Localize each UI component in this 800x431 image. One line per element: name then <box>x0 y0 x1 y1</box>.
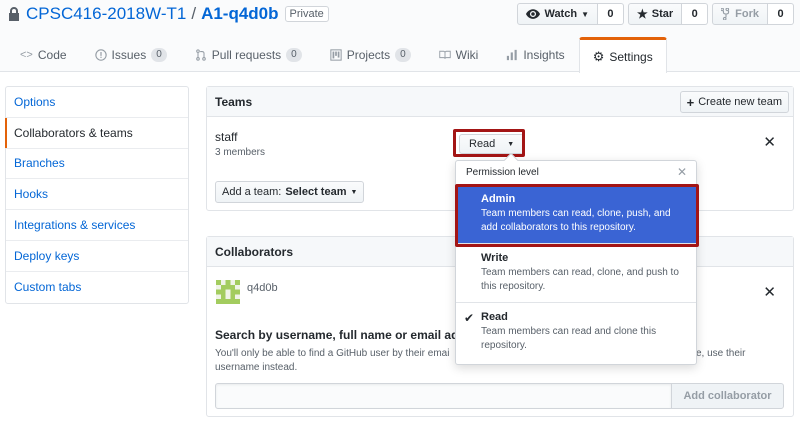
tab-label: Settings <box>609 49 653 64</box>
permission-select-highlight <box>453 129 525 157</box>
watch-button[interactable]: Watch ▼ <box>517 3 598 25</box>
projects-counter: 0 <box>395 48 411 62</box>
fork-group: Fork 0 <box>712 3 794 25</box>
search-collaborator-title: Search by username, full name or email a… <box>215 328 471 342</box>
search-help-text-line2: username instead. <box>215 362 298 373</box>
repo-name-link[interactable]: A1-q4d0b <box>201 4 278 24</box>
add-collaborator-button[interactable]: Add collaborator <box>671 383 784 409</box>
avatar <box>216 280 240 304</box>
repo-actions: Watch ▼ 0 ★ Star 0 Fork 0 <box>517 3 794 25</box>
collaborators-title: Collaborators <box>215 244 294 259</box>
repo-nav-tabs: <> Code Issues 0 Pull requests 0 Project… <box>6 37 667 73</box>
sidebar-item-options[interactable]: Options <box>6 87 188 118</box>
teams-title: Teams <box>215 94 253 109</box>
create-new-team-label: Create new team <box>698 96 782 108</box>
team-member-count: 3 members <box>215 147 266 158</box>
pull-requests-counter: 0 <box>286 48 302 62</box>
fork-count[interactable]: 0 <box>768 3 794 25</box>
search-help-text-end: e, use their <box>696 348 746 359</box>
caret-down-icon: ▼ <box>581 9 589 19</box>
star-label: Star <box>651 8 674 20</box>
permission-option-read[interactable]: ✔ Read Team members can read and clone t… <box>456 303 696 363</box>
tab-label: Code <box>37 48 67 62</box>
tab-label: Projects <box>346 48 391 62</box>
permission-option-write[interactable]: Write Team members can read, clone, and … <box>456 244 696 303</box>
star-icon: ★ <box>636 7 648 21</box>
fork-icon <box>721 8 730 20</box>
search-collaborator-input[interactable] <box>215 383 672 409</box>
project-icon <box>330 49 342 61</box>
dropdown-header: Permission level ✕ <box>456 161 696 185</box>
settings-sidebar: Options Collaborators & teams Branches H… <box>5 86 189 304</box>
add-team-prefix: Add a team: <box>222 186 282 198</box>
tab-code[interactable]: <> Code <box>6 37 81 72</box>
sidebar-item-branches[interactable]: Branches <box>6 149 188 180</box>
tab-wiki[interactable]: Wiki <box>425 37 493 72</box>
check-icon: ✔ <box>464 311 475 325</box>
eye-icon <box>526 9 541 19</box>
option-title: Read <box>481 311 508 323</box>
fork-label: Fork <box>735 8 759 20</box>
sidebar-item-hooks[interactable]: Hooks <box>6 179 188 211</box>
star-count[interactable]: 0 <box>682 3 709 25</box>
tab-label: Insights <box>523 48 565 62</box>
tab-insights[interactable]: Insights <box>492 37 578 72</box>
repo-owner-link[interactable]: CPSC416-2018W-T1 <box>26 4 186 24</box>
watch-label: Watch <box>544 8 578 20</box>
repo-header: CPSC416-2018W-T1 / A1-q4d0b Private Watc… <box>0 0 800 73</box>
sidebar-item-deploy-keys[interactable]: Deploy keys <box>6 241 188 272</box>
tab-pull-requests[interactable]: Pull requests 0 <box>181 37 316 72</box>
create-new-team-button[interactable]: + Create new team <box>679 91 789 113</box>
close-icon[interactable]: ✕ <box>677 165 687 179</box>
caret-down-icon: ▼ <box>350 188 358 196</box>
tab-projects[interactable]: Projects 0 <box>316 37 425 72</box>
book-icon <box>438 50 451 59</box>
option-description: Team members can read and clone this rep… <box>481 326 657 351</box>
issue-icon <box>94 49 107 61</box>
tab-issues[interactable]: Issues 0 <box>81 37 181 72</box>
pull-request-icon <box>195 49 206 61</box>
repo-title: CPSC416-2018W-T1 / A1-q4d0b Private <box>7 4 329 24</box>
fork-button[interactable]: Fork <box>712 3 768 25</box>
add-team-select[interactable]: Add a team: Select team ▼ <box>215 181 365 203</box>
star-button[interactable]: ★ Star <box>627 3 683 25</box>
option-description: Team members can read, clone, and push t… <box>481 267 679 292</box>
lock-icon <box>9 7 19 21</box>
gear-icon: ⚙ <box>592 48 605 64</box>
plus-icon: + <box>686 94 695 110</box>
sidebar-item-integrations-services[interactable]: Integrations & services <box>6 210 188 241</box>
team-name[interactable]: staff <box>215 130 237 144</box>
issues-counter: 0 <box>151 48 167 62</box>
option-title: Write <box>481 252 509 264</box>
code-icon: <> <box>20 49 33 61</box>
sidebar-item-custom-tabs[interactable]: Custom tabs <box>6 272 188 303</box>
sidebar-item-collaborators-teams[interactable]: Collaborators & teams <box>5 117 188 149</box>
tab-label: Pull requests <box>211 48 282 62</box>
tab-label: Wiki <box>455 48 479 62</box>
repo-separator: / <box>191 4 197 23</box>
dropdown-title: Permission level <box>466 167 539 178</box>
tab-settings[interactable]: ⚙ Settings <box>578 37 667 73</box>
watch-count[interactable]: 0 <box>597 3 624 25</box>
tab-label: Issues <box>111 48 147 62</box>
add-team-select-label: Select team <box>285 186 347 198</box>
watch-group: Watch ▼ 0 <box>517 3 624 25</box>
remove-team-icon[interactable]: ✕ <box>763 133 776 151</box>
private-badge: Private <box>284 6 329 22</box>
admin-option-highlight <box>455 184 699 247</box>
collaborator-username[interactable]: q4d0b <box>247 282 278 294</box>
graph-icon <box>507 49 518 61</box>
search-help-text: You'll only be able to find a GitHub use… <box>215 348 450 359</box>
star-group: ★ Star 0 <box>627 3 709 25</box>
remove-collaborator-icon[interactable]: ✕ <box>763 283 776 301</box>
